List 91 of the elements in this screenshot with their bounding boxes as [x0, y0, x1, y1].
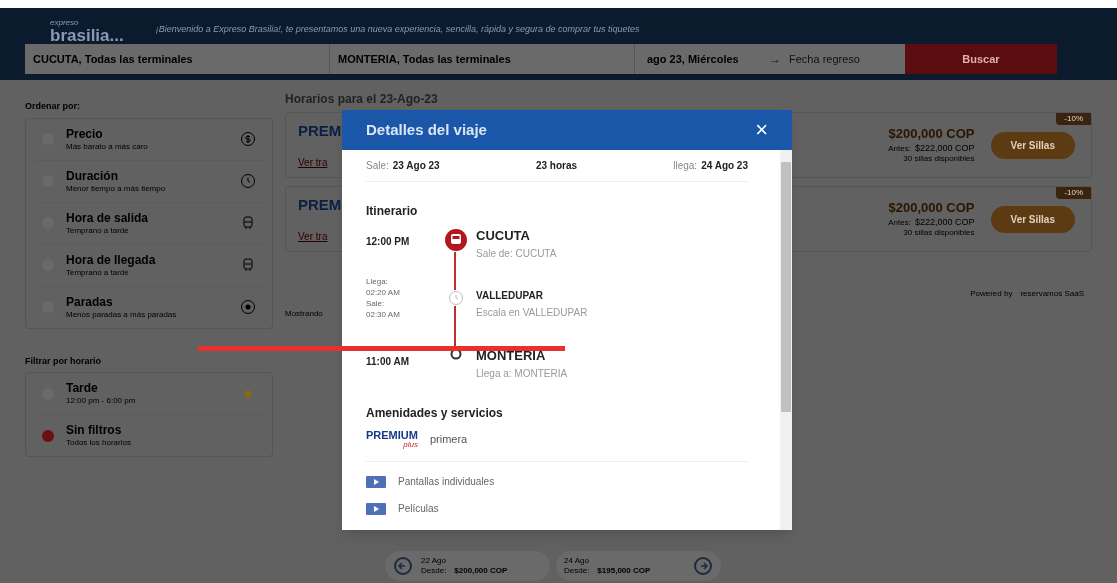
stop-time: 12:00 PM	[366, 236, 410, 247]
amenity-label: Películas	[398, 502, 439, 516]
section-title: Ordenar por:	[25, 100, 81, 113]
dialog-title: Detalles del viaje	[366, 119, 487, 140]
screen-icon	[366, 475, 386, 488]
from-label: Desde:	[564, 566, 590, 576]
stop-city: VALLEDUPAR	[476, 290, 544, 303]
arrow-text: →	[769, 51, 781, 68]
option-description: Menos paradas a más paradas	[66, 309, 178, 320]
bus-icon	[240, 257, 256, 273]
arrival-label: Llega:	[366, 276, 389, 287]
next-icon	[693, 556, 713, 576]
section-title: Filtrar por horario	[25, 354, 102, 368]
clock-icon	[448, 290, 464, 306]
view-seats-button[interactable]: Ver Sillas	[990, 205, 1075, 233]
brand-logo: PREM	[298, 195, 342, 216]
trip-price: $200,000 COP	[888, 200, 975, 217]
date-label: 24 Ago	[564, 556, 590, 566]
service-class: primera	[429, 432, 468, 448]
arrival-time: 02:20 AM	[366, 287, 401, 298]
results-note: Mostrando	[285, 308, 323, 320]
return-date-field[interactable]: → Fecha regreso	[765, 44, 905, 74]
option-label: Hora de salida	[66, 210, 150, 226]
option-label: Hora de llegada	[66, 252, 157, 268]
option-label: Sin filtros	[66, 423, 123, 438]
clock-icon	[240, 173, 256, 189]
destination-field[interactable]: MONTERIA, Todas las terminales	[330, 44, 635, 74]
stop-detail: Llega a: MONTERIA	[476, 368, 568, 381]
stop-icon	[240, 299, 256, 315]
departure-time: 02:30 AM	[366, 309, 401, 320]
option-description: Menor tiempo a más tiempo	[66, 183, 167, 194]
brand-name: PREMIUM	[366, 430, 418, 441]
scrollbar[interactable]	[780, 150, 792, 530]
seats-available: 30 sillas disponibles	[903, 153, 975, 164]
brand-script: plus	[403, 441, 418, 449]
option-description: Temprano a tarde	[66, 267, 130, 278]
option-description: 12:00 pm - 6:00 pm	[66, 396, 137, 406]
stop-city: CUCUTA	[476, 228, 531, 245]
origin-field[interactable]: CUCUTA, Todas las terminales	[25, 44, 330, 74]
logo: brasilia...	[50, 27, 124, 44]
departure-label: Sale:	[366, 298, 386, 309]
arrive-date: 24 Ago 23	[701, 159, 748, 173]
date-price: $200,000 COP	[454, 566, 508, 576]
option-label: Tarde	[66, 381, 99, 396]
amenity-label: Pantallas individuales	[398, 475, 495, 489]
amenities-title: Amenidades y servicios	[366, 405, 504, 422]
bus-icon	[444, 228, 468, 252]
date-price: $195,000 COP	[597, 566, 651, 576]
option-description: Más barato a más caro	[66, 141, 149, 152]
welcome-text: ¡Bienvenido a Expreso Brasilia!, te presentamos una nueva experiencia, sencilla, rápida y segura de comprar tus tiquetes	[155, 22, 640, 36]
previous-icon	[393, 556, 413, 576]
date-option[interactable]: 24 Ago Desde: $195,000 COP	[556, 551, 721, 581]
previous-price-label: Antes:	[888, 217, 911, 228]
stop-detail: Sale de: CUCUTA	[476, 248, 557, 261]
screen-icon	[366, 502, 386, 515]
previous-price: $222,000 COP	[914, 216, 975, 228]
view-seats-button[interactable]: Ver Sillas	[990, 131, 1075, 159]
depart-label: Sale:	[366, 159, 389, 173]
option-label: Paradas	[66, 294, 114, 310]
partner-logo: reservamos SaaS	[1020, 288, 1084, 300]
dollar-icon	[240, 131, 256, 147]
brand-logo: PREM	[298, 121, 342, 142]
radio-button[interactable]	[42, 429, 54, 442]
option-description: Todos los horarios	[66, 438, 132, 448]
close-button[interactable]: ×	[755, 119, 768, 141]
bus-icon	[240, 215, 256, 231]
stop-city: MONTERIA	[476, 348, 547, 365]
option-label: Precio	[66, 126, 104, 142]
option-label: Duración	[66, 168, 119, 184]
previous-price: $222,000 COP	[914, 142, 975, 154]
stop-detail: Escala en VALLEDUPAR	[476, 306, 588, 319]
trip-price: $200,000 COP	[888, 126, 975, 143]
discount-badge: -10%	[1056, 187, 1091, 199]
stop-time: 11:00 AM	[366, 356, 409, 367]
option-description: Temprano a tarde	[66, 225, 130, 236]
search-button[interactable]: Buscar	[905, 44, 1057, 74]
arrive-label: llega:	[673, 159, 698, 173]
seats-available: 30 sillas disponibles	[903, 227, 975, 238]
from-label: Desde:	[421, 566, 447, 576]
trip-duration: 23 horas	[535, 159, 577, 173]
depart-date: 23 Ago 23	[392, 159, 440, 173]
date-label: 22 Ago	[421, 556, 447, 566]
powered-by-text: Powered by	[970, 288, 1013, 300]
logo-caption: expreso	[50, 19, 80, 27]
return-date-placeholder: Fecha regreso	[789, 51, 860, 67]
results-title: Horarios para el 23-Ago-23	[285, 91, 439, 108]
date-field[interactable]: ago 23, Miércoles	[635, 44, 765, 74]
date-option[interactable]: 22 Ago Desde: $200,000 COP	[385, 551, 550, 581]
discount-badge: -10%	[1056, 113, 1091, 125]
itinerary-title: Itinerario	[366, 203, 419, 220]
previous-price-label: Antes:	[888, 143, 911, 154]
